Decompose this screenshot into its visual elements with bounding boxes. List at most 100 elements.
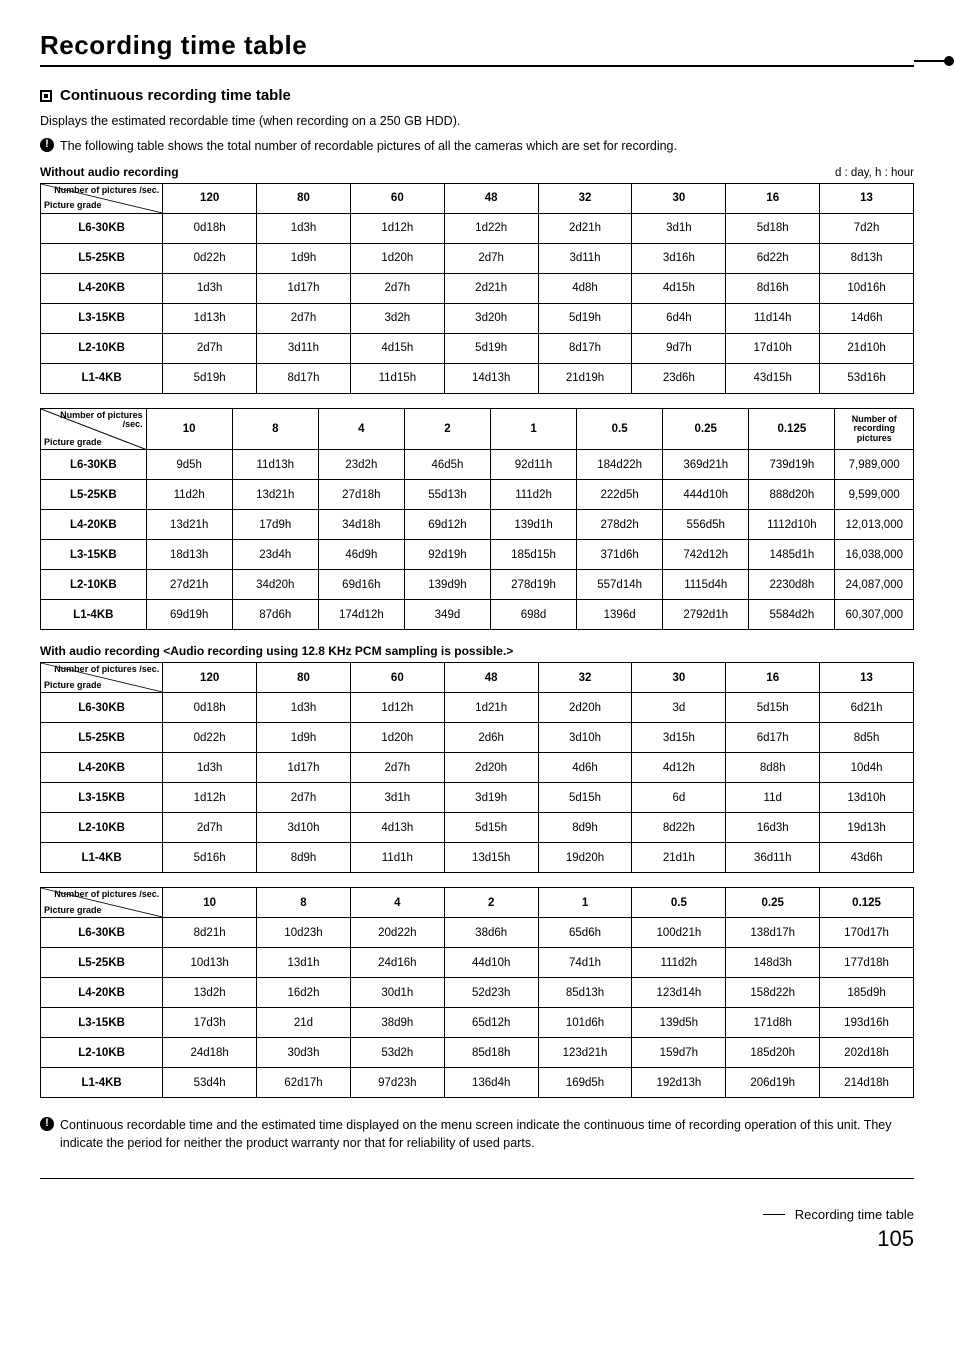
table-cell: 53d2h <box>350 1038 444 1068</box>
table-cell: 2d6h <box>444 723 538 753</box>
table-cell: 13d15h <box>444 843 538 873</box>
row-header: L4-20KB <box>41 510 147 540</box>
table-cell: 2792d1h <box>663 600 749 630</box>
table-cell: 13d2h <box>163 978 257 1008</box>
table-cell: 4d15h <box>632 273 726 303</box>
table-cell: 52d23h <box>444 978 538 1008</box>
table-cell: 53d16h <box>820 363 914 393</box>
table-cell: 177d18h <box>820 948 914 978</box>
table-cell: 3d1h <box>350 783 444 813</box>
table-cell: 3d1h <box>632 213 726 243</box>
table-cell: 214d18h <box>820 1068 914 1098</box>
table-cell: 24d18h <box>163 1038 257 1068</box>
col-header: 13 <box>820 663 914 693</box>
row-header: L4-20KB <box>41 978 163 1008</box>
row-header: L6-30KB <box>41 450 147 480</box>
table-cell: 53d4h <box>163 1068 257 1098</box>
section-title: Continuous recording time table <box>60 87 291 104</box>
table-cell: 158d22h <box>726 978 820 1008</box>
row-header: L3-15KB <box>41 783 163 813</box>
table-cell: 38d6h <box>444 918 538 948</box>
table-cell: 8d5h <box>820 723 914 753</box>
table-row: L1-4KB5d16h8d9h11d1h13d15h19d20h21d1h36d… <box>41 843 914 873</box>
table-cell: 13d10h <box>820 783 914 813</box>
diagonal-header: Number of pictures /sec.Picture grade <box>41 183 163 213</box>
col-header: 32 <box>538 663 632 693</box>
note-text-1: The following table shows the total numb… <box>60 137 677 155</box>
table-cell: 92d19h <box>404 540 490 570</box>
table-row: L3-15KB17d3h21d38d9h65d12h101d6h139d5h17… <box>41 1008 914 1038</box>
row-header: L1-4KB <box>41 1068 163 1098</box>
row-header: L1-4KB <box>41 843 163 873</box>
table-cell: 6d <box>632 783 726 813</box>
table-cell: 17d10h <box>726 333 820 363</box>
table-cell: 74d1h <box>538 948 632 978</box>
page-title: Recording time table <box>40 30 914 61</box>
row-header: L6-30KB <box>41 693 163 723</box>
row-header: L2-10KB <box>41 333 163 363</box>
table-cell: 5d15h <box>726 693 820 723</box>
table-cell: 30d3h <box>257 1038 351 1068</box>
table-cell: 139d9h <box>404 570 490 600</box>
table-with-audio-a: Number of pictures /sec.Picture grade120… <box>40 662 914 873</box>
table-cell: 2d7h <box>163 333 257 363</box>
table-cell: 278d2h <box>577 510 663 540</box>
diagonal-header: Number of pictures /sec.Picture grade <box>41 888 163 918</box>
table-cell: 65d6h <box>538 918 632 948</box>
table-row: L1-4KB69d19h87d6h174d12h349d698d1396d279… <box>41 600 914 630</box>
intro-text: Displays the estimated recordable time (… <box>40 112 914 131</box>
table-cell: 2d7h <box>444 243 538 273</box>
table-cell: 123d21h <box>538 1038 632 1068</box>
table-cell: 7d2h <box>820 213 914 243</box>
table-cell: 206d19h <box>726 1068 820 1098</box>
table-cell: 30d1h <box>350 978 444 1008</box>
info-icon: ! <box>40 1117 54 1131</box>
table-cell: 9d7h <box>632 333 726 363</box>
table-cell: 5d15h <box>444 813 538 843</box>
table-cell: 2d7h <box>257 303 351 333</box>
table-cell: 13d1h <box>257 948 351 978</box>
table-cell: 2d7h <box>350 273 444 303</box>
table-cell: 8d21h <box>163 918 257 948</box>
table-cell: 92d11h <box>491 450 577 480</box>
table-cell: 123d14h <box>632 978 726 1008</box>
table-cell: 101d6h <box>538 1008 632 1038</box>
table-row: L3-15KB1d12h2d7h3d1h3d19h5d15h6d11d13d10… <box>41 783 914 813</box>
table-cell-extra: 9,599,000 <box>835 480 914 510</box>
table-cell: 185d20h <box>726 1038 820 1068</box>
table-cell: 65d12h <box>444 1008 538 1038</box>
row-header: L3-15KB <box>41 1008 163 1038</box>
col-header: 10 <box>146 408 232 449</box>
table-row: L5-25KB10d13h13d1h24d16h44d10h74d1h111d2… <box>41 948 914 978</box>
table-cell: 1d12h <box>350 213 444 243</box>
table-cell: 1d17h <box>257 753 351 783</box>
table-cell: 3d <box>632 693 726 723</box>
table-row: L2-10KB2d7h3d11h4d15h5d19h8d17h9d7h17d10… <box>41 333 914 363</box>
table-cell: 44d10h <box>444 948 538 978</box>
table-cell: 371d6h <box>577 540 663 570</box>
table-cell: 369d21h <box>663 450 749 480</box>
table-cell: 11d1h <box>350 843 444 873</box>
table-cell: 3d11h <box>257 333 351 363</box>
row-header: L5-25KB <box>41 243 163 273</box>
table-cell: 69d16h <box>318 570 404 600</box>
table-cell: 23d2h <box>318 450 404 480</box>
table-row: L4-20KB13d2h16d2h30d1h52d23h85d13h123d14… <box>41 978 914 1008</box>
col-header: 0.25 <box>726 888 820 918</box>
table-with-audio-b: Number of pictures /sec.Picture grade108… <box>40 887 914 1098</box>
col-header: 0.5 <box>632 888 726 918</box>
table-cell: 6d22h <box>726 243 820 273</box>
col-header: 120 <box>163 183 257 213</box>
table-cell: 14d13h <box>444 363 538 393</box>
diagonal-header: Number of pictures /sec.Picture grade <box>41 663 163 693</box>
table-cell: 6d17h <box>726 723 820 753</box>
table-cell: 2230d8h <box>749 570 835 600</box>
table-cell: 111d2h <box>491 480 577 510</box>
legend-text: d : day, h : hour <box>835 167 914 179</box>
table-cell: 55d13h <box>404 480 490 510</box>
table-cell: 2d7h <box>163 813 257 843</box>
table-cell: 169d5h <box>538 1068 632 1098</box>
table-row: L2-10KB2d7h3d10h4d13h5d15h8d9h8d22h16d3h… <box>41 813 914 843</box>
col-header: 120 <box>163 663 257 693</box>
table-cell: 556d5h <box>663 510 749 540</box>
